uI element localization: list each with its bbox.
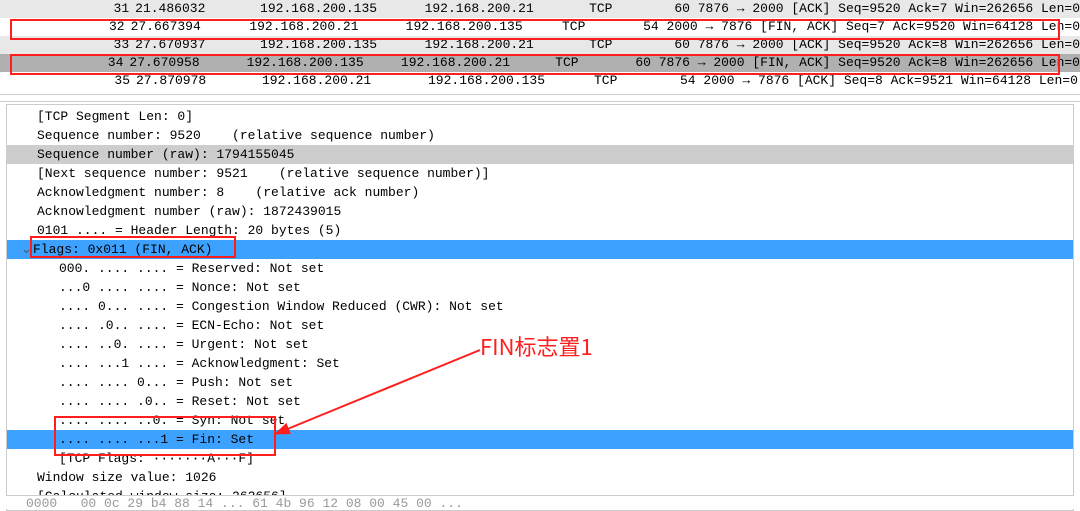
detail-flag-reserved[interactable]: 000. .... .... = Reserved: Not set xyxy=(7,259,1073,278)
detail-win-size[interactable]: Window size value: 1026 xyxy=(7,468,1073,487)
packet-list: 3121.486032192.168.200.135192.168.200.21… xyxy=(0,0,1080,90)
detail-flag-nonce[interactable]: ...0 .... .... = Nonce: Not set xyxy=(7,278,1073,297)
detail-ack-rel[interactable]: Acknowledgment number: 8 (relative ack n… xyxy=(7,183,1073,202)
detail-tcp-flags-str[interactable]: [TCP Flags: ·······A···F] xyxy=(7,449,1073,468)
packet-col-proto: TCP xyxy=(556,18,637,36)
packet-col-time: 27.670937 xyxy=(129,36,254,54)
packet-details-pane: [TCP Segment Len: 0] Sequence number: 95… xyxy=(6,104,1074,511)
caret-down-icon[interactable]: ⌄ xyxy=(21,240,33,259)
packet-row[interactable]: 3327.670937192.168.200.135192.168.200.21… xyxy=(0,36,1080,54)
bytes-pane-partial: 0000 00 0c 29 b4 88 14 ... 61 4b 96 12 0… xyxy=(6,495,1074,509)
packet-col-num: 31 xyxy=(0,0,129,18)
detail-next-seq[interactable]: [Next sequence number: 9521 (relative se… xyxy=(7,164,1073,183)
packet-col-info: 54 2000 → 7876 [FIN, ACK] Seq=7 Ack=9520… xyxy=(637,18,1080,36)
packet-col-num: 33 xyxy=(0,36,129,54)
packet-col-time: 27.667394 xyxy=(125,18,244,36)
detail-flag-fin[interactable]: .... .... ...1 = Fin: Set xyxy=(7,430,1073,449)
detail-hdr-len[interactable]: 0101 .... = Header Length: 20 bytes (5) xyxy=(7,221,1073,240)
packet-col-time: 27.870978 xyxy=(130,72,256,90)
packet-col-src: 192.168.200.21 xyxy=(256,72,422,90)
packet-col-dst: 192.168.200.21 xyxy=(419,0,584,18)
detail-flag-ece[interactable]: .... .0.. .... = ECN-Echo: Not set xyxy=(7,316,1073,335)
packet-col-proto: TCP xyxy=(583,0,668,18)
packet-row[interactable]: 3227.667394192.168.200.21192.168.200.135… xyxy=(0,18,1080,36)
packet-col-time: 27.670958 xyxy=(123,54,240,72)
detail-ack-raw[interactable]: Acknowledgment number (raw): 1872439015 xyxy=(7,202,1073,221)
packet-col-proto: TCP xyxy=(583,36,668,54)
detail-flags[interactable]: ⌄Flags: 0x011 (FIN, ACK) xyxy=(7,240,1073,259)
packet-col-time: 21.486032 xyxy=(129,0,254,18)
packet-row[interactable]: 3527.870978192.168.200.21192.168.200.135… xyxy=(0,72,1080,90)
packet-col-info: 60 7876 → 2000 [ACK] Seq=9520 Ack=7 Win=… xyxy=(668,0,1080,18)
detail-seq-raw[interactable]: Sequence number (raw): 1794155045 xyxy=(7,145,1073,164)
detail-flag-urg[interactable]: .... ..0. .... = Urgent: Not set xyxy=(7,335,1073,354)
packet-col-src: 192.168.200.135 xyxy=(254,0,419,18)
packet-col-dst: 192.168.200.21 xyxy=(395,54,549,72)
packet-col-dst: 192.168.200.135 xyxy=(422,72,588,90)
packet-row[interactable]: 3427.670958192.168.200.135192.168.200.21… xyxy=(0,54,1080,72)
packet-col-num: 32 xyxy=(0,18,125,36)
packet-col-src: 192.168.200.135 xyxy=(254,36,419,54)
packet-col-info: 60 7876 → 2000 [ACK] Seq=9520 Ack=8 Win=… xyxy=(668,36,1080,54)
packet-col-src: 192.168.200.135 xyxy=(241,54,395,72)
detail-flag-rst[interactable]: .... .... .0.. = Reset: Not set xyxy=(7,392,1073,411)
packet-col-num: 34 xyxy=(0,54,123,72)
detail-flags-label: Flags: 0x011 (FIN, ACK) xyxy=(33,242,212,257)
packet-col-proto: TCP xyxy=(549,54,629,72)
packet-col-num: 35 xyxy=(0,72,130,90)
detail-flag-cwr[interactable]: .... 0... .... = Congestion Window Reduc… xyxy=(7,297,1073,316)
packet-col-info: 54 2000 → 7876 [ACK] Seq=8 Ack=9521 Win=… xyxy=(674,72,1080,90)
pane-divider[interactable] xyxy=(0,94,1080,102)
detail-tcp-seg-len[interactable]: [TCP Segment Len: 0] xyxy=(7,107,1073,126)
packet-row[interactable]: 3121.486032192.168.200.135192.168.200.21… xyxy=(0,0,1080,18)
packet-col-dst: 192.168.200.135 xyxy=(400,18,556,36)
packet-col-proto: TCP xyxy=(588,72,674,90)
detail-flag-psh[interactable]: .... .... 0... = Push: Not set xyxy=(7,373,1073,392)
detail-seq-rel[interactable]: Sequence number: 9520 (relative sequence… xyxy=(7,126,1073,145)
packet-col-info: 60 7876 → 2000 [FIN, ACK] Seq=9520 Ack=8… xyxy=(629,54,1080,72)
packet-col-dst: 192.168.200.21 xyxy=(419,36,584,54)
detail-flag-syn[interactable]: .... .... ..0. = Syn: Not set xyxy=(7,411,1073,430)
detail-flag-ack[interactable]: .... ...1 .... = Acknowledgment: Set xyxy=(7,354,1073,373)
packet-col-src: 192.168.200.21 xyxy=(243,18,399,36)
